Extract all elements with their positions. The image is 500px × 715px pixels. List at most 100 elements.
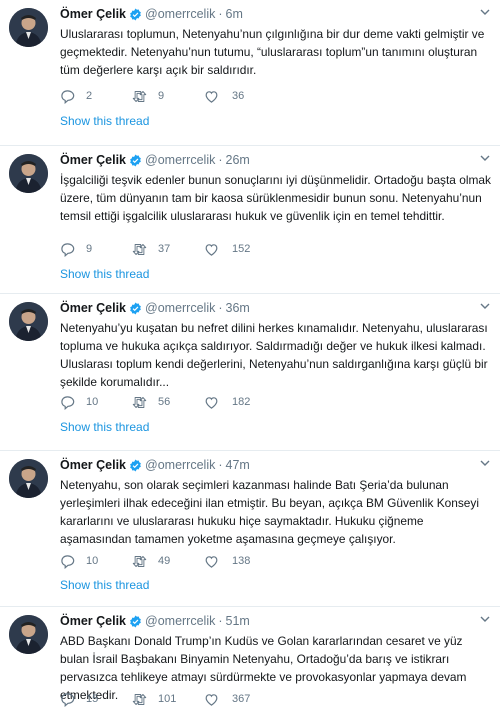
heart-icon [205, 396, 218, 409]
reply-icon [61, 242, 75, 257]
like-button[interactable]: 138 [204, 554, 276, 569]
tweet[interactable]: Ömer Çelik @omerrcelik · 6m Uluslararası… [0, 0, 500, 146]
tweet-header: Ömer Çelik @omerrcelik · 47m [60, 457, 490, 473]
tweet-header: Ömer Çelik @omerrcelik · 26m [60, 152, 490, 168]
retweet-button[interactable]: 37 [132, 242, 204, 257]
reply-button[interactable]: 10 [60, 395, 132, 410]
separator-dot: · [218, 7, 223, 21]
retweet-count: 56 [158, 396, 171, 408]
author-handle[interactable]: @omerrcelik [145, 300, 215, 316]
reply-count: 10 [86, 396, 99, 408]
retweet-icon [132, 396, 147, 408]
show-thread-link[interactable]: Show this thread [60, 420, 149, 434]
like-count: 152 [232, 243, 251, 255]
tweet-text: Netenyahu, son olarak seçimleri kazanmas… [60, 478, 479, 546]
heart-icon [205, 243, 218, 256]
chevron-down-icon[interactable] [480, 614, 490, 624]
author-name[interactable]: Ömer Çelik [60, 152, 126, 168]
verified-badge-icon [129, 8, 142, 21]
author-name[interactable]: Ömer Çelik [60, 457, 126, 473]
author-name[interactable]: Ömer Çelik [60, 300, 126, 316]
like-count: 367 [232, 693, 251, 705]
author-handle[interactable]: @omerrcelik [145, 6, 215, 22]
tweet-timestamp[interactable]: 26m [226, 152, 250, 168]
verified-badge-icon [129, 459, 142, 472]
tweet[interactable]: Ömer Çelik @omerrcelik · 51m ABD Başkanı… [0, 607, 500, 715]
tweet-timestamp[interactable]: 47m [226, 457, 250, 473]
separator-dot: · [218, 458, 223, 472]
tweet-timestamp[interactable]: 51m [226, 613, 250, 629]
avatar[interactable] [9, 615, 48, 654]
tweet[interactable]: Ömer Çelik @omerrcelik · 36m Netenyahu’y… [0, 294, 500, 451]
retweet-icon [132, 555, 147, 567]
tweet-timestamp[interactable]: 36m [226, 300, 250, 316]
show-thread-link[interactable]: Show this thread [60, 578, 149, 592]
reply-count: 10 [86, 555, 99, 567]
retweet-count: 49 [158, 555, 171, 567]
separator-dot: · [218, 153, 223, 167]
retweet-icon [132, 90, 147, 102]
tweet[interactable]: Ömer Çelik @omerrcelik · 47m Netenyahu, … [0, 451, 500, 607]
retweet-count: 37 [158, 243, 171, 255]
show-thread-link[interactable]: Show this thread [60, 114, 149, 128]
author-name[interactable]: Ömer Çelik [60, 6, 126, 22]
heart-icon [205, 555, 218, 568]
tweet-header: Ömer Çelik @omerrcelik · 36m [60, 300, 490, 316]
chevron-down-icon[interactable] [480, 458, 490, 468]
separator-dot: · [218, 301, 223, 315]
like-button[interactable]: 182 [204, 395, 276, 410]
retweet-button[interactable]: 9 [132, 89, 204, 104]
avatar[interactable] [9, 154, 48, 193]
author-handle[interactable]: @omerrcelik [145, 613, 215, 629]
retweet-button[interactable]: 101 [132, 692, 204, 707]
like-count: 138 [232, 555, 251, 567]
verified-badge-icon [129, 154, 142, 167]
retweet-icon [132, 243, 147, 255]
verified-badge-icon [129, 302, 142, 315]
tweet-timestamp[interactable]: 6m [226, 6, 243, 22]
retweet-count: 101 [158, 693, 177, 705]
tweet-header: Ömer Çelik @omerrcelik · 51m [60, 613, 490, 629]
retweet-button[interactable]: 49 [132, 554, 204, 569]
heart-icon [205, 90, 218, 103]
author-name[interactable]: Ömer Çelik [60, 613, 126, 629]
author-handle[interactable]: @omerrcelik [145, 152, 215, 168]
like-button[interactable]: 152 [204, 242, 276, 257]
verified-badge-icon [129, 615, 142, 628]
retweet-button[interactable]: 56 [132, 395, 204, 410]
reply-count: 2 [86, 90, 93, 102]
tweet-timeline: Ömer Çelik @omerrcelik · 6m Uluslararası… [0, 0, 500, 715]
heart-icon [205, 693, 218, 706]
chevron-down-icon[interactable] [480, 7, 490, 17]
tweet-actions: 10 49 138 [60, 553, 276, 569]
like-button[interactable]: 367 [204, 692, 276, 707]
tweet-text: İşgalciliği teşvik edenler bunun sonuçla… [60, 173, 491, 223]
tweet-text: Uluslararası toplumun, Netenyahu’nun çıl… [60, 27, 485, 77]
avatar[interactable] [9, 302, 48, 341]
avatar[interactable] [9, 459, 48, 498]
retweet-count: 9 [158, 90, 165, 102]
tweet[interactable]: Ömer Çelik @omerrcelik · 26m İşgalciliği… [0, 146, 500, 294]
reply-icon [61, 395, 75, 410]
reply-button[interactable]: 15 [60, 692, 132, 707]
avatar[interactable] [9, 8, 48, 47]
chevron-down-icon[interactable] [480, 153, 490, 163]
tweet-actions: 9 37 152 [60, 241, 276, 257]
reply-button[interactable]: 9 [60, 242, 132, 257]
reply-button[interactable]: 2 [60, 89, 132, 104]
tweet-text: Netenyahu’yu kuşatan bu nefret dilini he… [60, 321, 488, 389]
separator-dot: · [218, 614, 223, 628]
tweet-actions: 10 56 182 [60, 394, 276, 410]
like-count: 36 [232, 90, 245, 102]
reply-count: 15 [86, 693, 99, 705]
tweet-actions: 15 101 367 [60, 691, 276, 707]
chevron-down-icon[interactable] [480, 301, 490, 311]
author-handle[interactable]: @omerrcelik [145, 457, 215, 473]
reply-button[interactable]: 10 [60, 554, 132, 569]
reply-icon [61, 89, 75, 104]
reply-icon [61, 554, 75, 569]
show-thread-link[interactable]: Show this thread [60, 267, 149, 281]
reply-icon [61, 692, 75, 707]
like-button[interactable]: 36 [204, 89, 276, 104]
like-count: 182 [232, 396, 251, 408]
